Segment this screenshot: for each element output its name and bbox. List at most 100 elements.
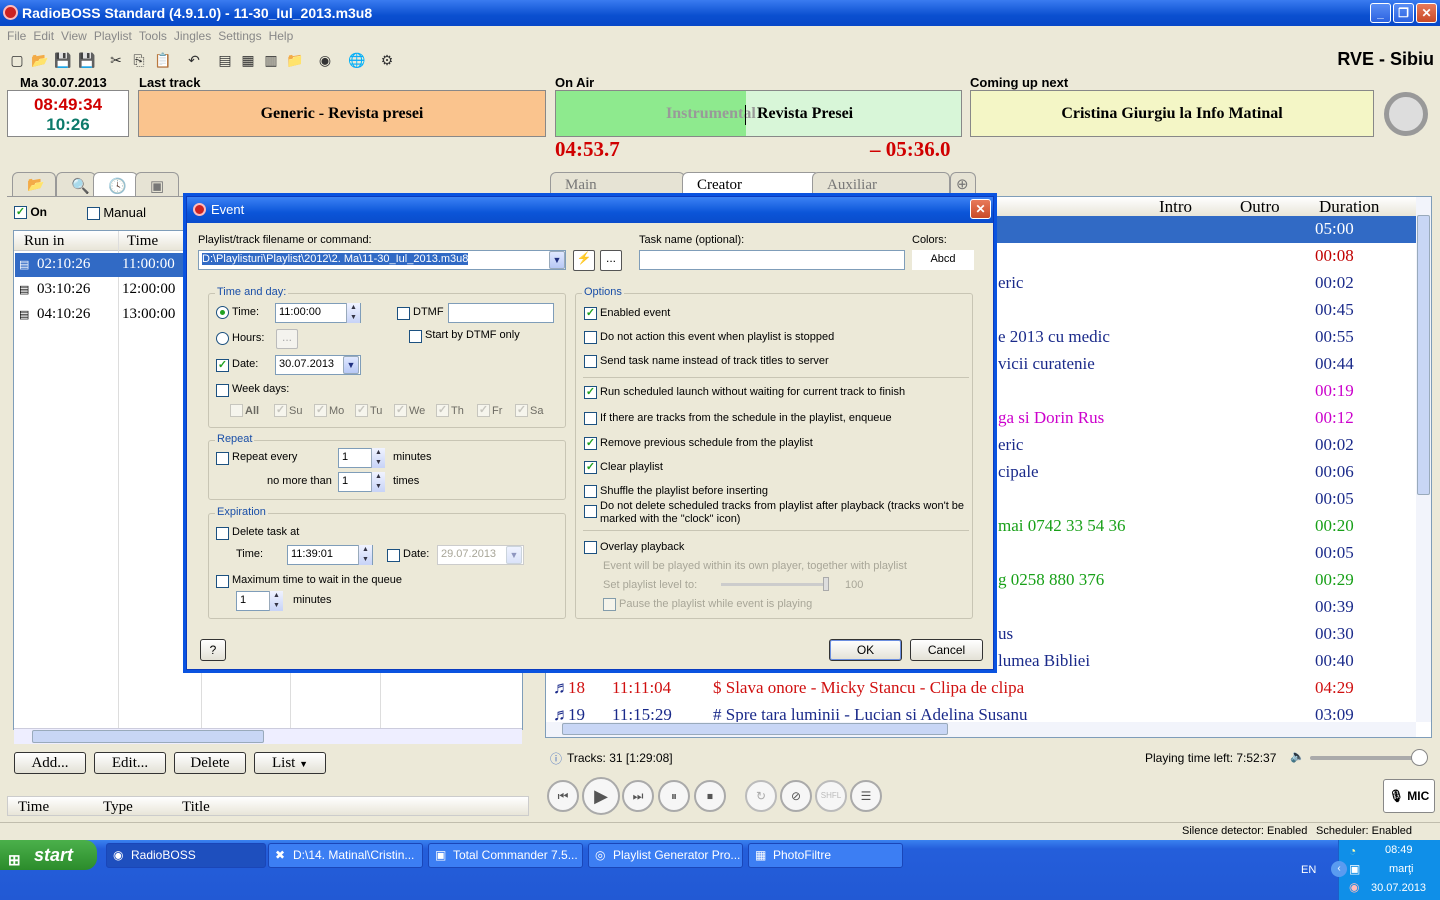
option-checkbox[interactable]: ✓ bbox=[584, 436, 597, 451]
scroll-thumb[interactable] bbox=[562, 723, 948, 735]
save-icon[interactable]: 💾 bbox=[54, 52, 71, 68]
column-duration[interactable]: Duration bbox=[1319, 197, 1379, 217]
menu-settings[interactable]: Settings bbox=[218, 26, 261, 46]
task-total-commander[interactable]: ▣ Total Commander 7.5... bbox=[428, 843, 583, 868]
colors-button[interactable]: Abcd bbox=[912, 250, 974, 270]
pause-button[interactable]: ⏸ bbox=[658, 780, 690, 812]
repeat-every-spinner[interactable]: ▲ ▼ bbox=[371, 448, 385, 468]
table-row[interactable]: ▤ 02:10:26 11:00:00 bbox=[15, 253, 190, 277]
dtmf-input[interactable] bbox=[448, 303, 554, 323]
column-time[interactable]: Time bbox=[18, 799, 49, 816]
table-row[interactable]: ♬ 19 11:15:29 # Spre tara luminii - Luci… bbox=[548, 702, 1416, 722]
tab-auxiliar[interactable]: Auxiliar bbox=[812, 172, 950, 196]
level-slider[interactable] bbox=[721, 583, 829, 586]
manual-checkbox[interactable]: Manual bbox=[87, 205, 146, 221]
column-outro[interactable]: Outro bbox=[1240, 197, 1280, 217]
max-wait-checkbox[interactable] bbox=[216, 574, 229, 589]
hours-button[interactable]: ... bbox=[276, 329, 298, 349]
folder-tool-icon[interactable]: 📁 bbox=[286, 52, 303, 68]
option-checkbox[interactable] bbox=[584, 540, 597, 555]
no-repeat-button[interactable]: ⊘ bbox=[780, 780, 812, 812]
level-slider-thumb[interactable] bbox=[823, 577, 829, 591]
time-radio[interactable] bbox=[216, 306, 229, 319]
globe-icon[interactable]: 🌐 bbox=[348, 52, 365, 68]
option-checkbox[interactable]: ✓ bbox=[584, 460, 597, 475]
tab-scheduler[interactable]: 🕓 bbox=[93, 172, 138, 196]
open-icon[interactable]: 📂 bbox=[31, 52, 48, 68]
loop-button[interactable]: ↻ bbox=[745, 780, 777, 812]
dialog-titlebar[interactable]: Event ✕ bbox=[187, 197, 993, 223]
option-checkbox[interactable]: ✓ bbox=[584, 306, 597, 321]
task-explorer[interactable]: ✖ D:\14. Matinal\Cristin... bbox=[268, 843, 423, 868]
list-button[interactable]: List ▼ bbox=[254, 752, 326, 774]
volume-thumb[interactable] bbox=[1411, 749, 1428, 766]
expiration-date-checkbox[interactable] bbox=[387, 548, 400, 563]
column-type[interactable]: Type bbox=[103, 799, 133, 816]
table-row[interactable]: ▤ 03:10:26 12:00:00 bbox=[15, 278, 190, 302]
repeat-every-checkbox[interactable] bbox=[216, 451, 229, 466]
mic-button[interactable]: 🎙 MIC bbox=[1383, 779, 1435, 813]
add-button[interactable]: Add... bbox=[14, 752, 86, 774]
date-dropdown-button[interactable]: ▼ bbox=[343, 356, 359, 374]
tab-files[interactable]: 📂 bbox=[12, 172, 56, 196]
paste-icon[interactable]: 📋 bbox=[154, 52, 171, 68]
expiration-date-dropdown[interactable]: ▼ bbox=[506, 546, 522, 564]
menu-tools[interactable]: Tools bbox=[139, 26, 167, 46]
browse-button[interactable]: ... bbox=[600, 250, 622, 271]
scroll-thumb[interactable] bbox=[1417, 215, 1430, 495]
weekday-checkbox[interactable]: ✓ Su bbox=[274, 403, 302, 418]
option-checkbox[interactable] bbox=[584, 504, 597, 519]
window-titlebar[interactable]: RadioBOSS Standard (4.9.1.0) - 11-30_Iul… bbox=[0, 0, 1440, 26]
menu-file[interactable]: File bbox=[7, 26, 26, 46]
task-name-input[interactable] bbox=[639, 250, 905, 270]
close-button[interactable]: ✕ bbox=[1416, 3, 1437, 23]
option-checkbox[interactable] bbox=[584, 411, 597, 426]
weekday-checkbox[interactable]: ✓ Sa bbox=[515, 403, 543, 418]
new-icon[interactable]: ▢ bbox=[9, 52, 25, 68]
tab-search[interactable]: 🔍 bbox=[56, 172, 96, 196]
task-photofiltre[interactable]: ▦ PhotoFiltre bbox=[748, 843, 903, 868]
file-dropdown-button[interactable]: ▼ bbox=[549, 251, 565, 269]
expiration-time-spinner[interactable]: ▲ ▼ bbox=[358, 545, 372, 565]
no-more-than-spinner[interactable]: ▲ ▼ bbox=[371, 472, 385, 492]
weekday-checkbox[interactable]: All bbox=[230, 403, 259, 418]
delete-button[interactable]: Delete bbox=[174, 752, 246, 774]
hours-radio[interactable] bbox=[216, 332, 229, 345]
weekday-checkbox[interactable]: ✓ We bbox=[394, 403, 425, 418]
option-checkbox[interactable] bbox=[584, 354, 597, 369]
file-input[interactable]: D:\Playlisturi\Playlist\2012\2. Ma\11-30… bbox=[198, 250, 566, 270]
stop-button[interactable]: ⏹ bbox=[694, 780, 726, 812]
horizontal-scrollbar[interactable] bbox=[14, 728, 522, 744]
undo-icon[interactable]: ↶ bbox=[186, 52, 202, 68]
weekday-checkbox[interactable]: ✓ Fr bbox=[477, 403, 502, 418]
copy-icon[interactable]: ⎘ bbox=[131, 52, 147, 68]
weekday-checkbox[interactable]: ✓ Th bbox=[436, 403, 464, 418]
next-button[interactable]: ⏭ bbox=[622, 780, 654, 812]
vertical-scrollbar[interactable] bbox=[1416, 197, 1431, 722]
prev-button[interactable]: ⏮ bbox=[547, 780, 579, 812]
start-button[interactable]: ⊞ start bbox=[0, 840, 97, 870]
dtmf-checkbox[interactable] bbox=[397, 306, 410, 321]
volume-slider[interactable] bbox=[1310, 756, 1420, 760]
edit-button[interactable]: Edit... bbox=[94, 752, 166, 774]
minimize-button[interactable]: _ bbox=[1370, 3, 1391, 23]
maximize-button[interactable]: ❐ bbox=[1393, 3, 1414, 23]
menu-edit[interactable]: Edit bbox=[33, 26, 54, 46]
column-intro[interactable]: Intro bbox=[1159, 197, 1192, 217]
option-checkbox[interactable]: ✓ bbox=[584, 385, 597, 400]
task-radioboss[interactable]: ◉ RadioBOSS bbox=[106, 843, 266, 868]
cut-icon[interactable]: ✂ bbox=[108, 52, 124, 68]
add-tab-button[interactable]: ⊕ bbox=[950, 172, 976, 196]
tray-time[interactable]: 08:49 bbox=[1385, 844, 1413, 856]
dtmf-only-checkbox[interactable] bbox=[409, 329, 422, 344]
play-button[interactable]: ▶ bbox=[582, 777, 620, 815]
weekday-checkbox[interactable]: ✓ Tu bbox=[355, 403, 382, 418]
list-mode-button[interactable]: ☰ bbox=[850, 780, 882, 812]
delete-task-checkbox[interactable] bbox=[216, 526, 229, 541]
tray-expand-icon[interactable]: ‹ bbox=[1331, 861, 1347, 877]
option-checkbox[interactable] bbox=[584, 484, 597, 499]
scroll-thumb[interactable] bbox=[32, 730, 264, 743]
command-button[interactable]: ⚡ bbox=[573, 250, 595, 271]
playlist-tools-icon[interactable]: ▥ bbox=[263, 52, 279, 68]
menu-jingles[interactable]: Jingles bbox=[174, 26, 211, 46]
